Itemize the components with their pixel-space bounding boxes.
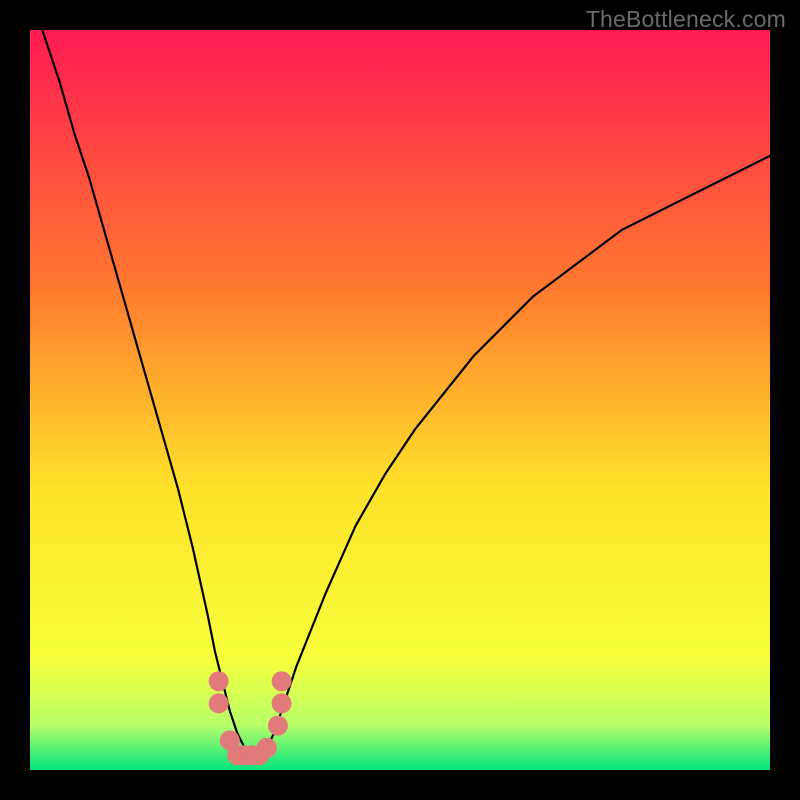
curve-marker (272, 693, 292, 713)
curve-marker (257, 738, 277, 758)
curve-marker (209, 693, 229, 713)
watermark-text: TheBottleneck.com (586, 6, 786, 33)
chart-plot (30, 30, 770, 770)
chart-stage: TheBottleneck.com (0, 0, 800, 800)
curve-marker (272, 671, 292, 691)
curve-marker (268, 716, 288, 736)
chart-background-gradient (30, 30, 770, 770)
curve-marker (209, 671, 229, 691)
